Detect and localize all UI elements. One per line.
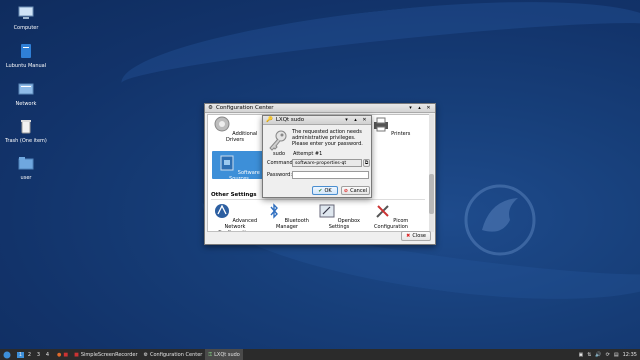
network-config-icon — [214, 204, 229, 218]
sudo-tool-label: sudo — [273, 151, 286, 157]
task-lxqt-sudo[interactable]: ⚿ LXQt sudo — [205, 349, 243, 360]
recorder-icon: ■ — [74, 351, 79, 358]
cancel-button[interactable]: ⊘ Cancel — [341, 186, 370, 195]
desktop-icon-trash[interactable]: Trash (One item) — [4, 118, 48, 144]
config-icon: ⚙ — [143, 351, 148, 358]
desktop-icon-network[interactable]: Network — [4, 81, 48, 107]
command-label: Command: — [267, 160, 295, 166]
recorder-quicklaunch-icon[interactable]: ■ — [63, 352, 68, 358]
maximize-button[interactable]: ▴ — [352, 117, 359, 123]
software-sources-icon — [220, 155, 234, 171]
close-window-button[interactable]: ✕ — [361, 117, 368, 123]
ok-button-label: OK — [324, 187, 332, 194]
desktop-icon-label: Network — [15, 101, 37, 107]
openbox-icon — [319, 204, 335, 218]
item-additional-drivers[interactable]: Additional Drivers — [208, 115, 262, 143]
dialog-title: LXQt sudo — [275, 117, 305, 123]
cancel-button-label: Cancel — [350, 187, 368, 194]
dialog-message: The requested action needs administrativ… — [292, 129, 363, 147]
copy-icon: ⧉ — [364, 160, 369, 166]
system-tray: ▣ ⇅ 🔊 ⟳ ▤ 12:35 — [578, 352, 640, 358]
task-configuration-center[interactable]: ⚙ Configuration Center — [141, 349, 206, 360]
task-label: LXQt sudo — [214, 351, 240, 358]
desktop-icon-label: user — [20, 175, 32, 181]
password-label: Password: — [267, 172, 293, 178]
item-advanced-network[interactable]: Advanced Network Configuration — [208, 202, 262, 231]
lxqt-sudo-dialog: 🔑 LXQt sudo ▾ ▴ ✕ The requested action n… — [262, 115, 372, 198]
item-bluetooth-manager[interactable]: Bluetooth Manager — [260, 202, 314, 230]
close-window-button[interactable]: ✕ — [425, 105, 432, 111]
item-label: Advanced Network Configuration — [218, 218, 258, 231]
item-label: Additional Drivers — [226, 131, 258, 143]
start-menu-button[interactable] — [0, 349, 14, 360]
trash-icon — [21, 120, 31, 134]
scrollbar-thumb[interactable] — [429, 174, 434, 214]
desktop-switcher: 1 2 3 4 — [14, 349, 54, 360]
printer-icon — [373, 117, 388, 132]
password-input[interactable] — [292, 171, 369, 179]
command-copy-button[interactable]: ⧉ — [363, 159, 370, 167]
close-button-label: Close — [412, 233, 426, 239]
task-label: SimpleScreenRecorder — [80, 351, 138, 358]
home-folder-icon — [18, 157, 34, 170]
lubuntu-menu-icon — [3, 351, 11, 358]
key-icon — [269, 130, 287, 151]
ok-check-icon: ✔ — [318, 187, 323, 194]
command-field: software-properties-qt — [292, 159, 362, 167]
desktop-icon-user[interactable]: user — [4, 155, 48, 181]
picom-icon — [375, 205, 389, 218]
manual-icon — [21, 44, 31, 58]
bluetooth-icon — [270, 203, 279, 219]
dialog-titlebar[interactable]: 🔑 LXQt sudo ▾ ▴ ✕ — [263, 116, 371, 125]
window-title: Configuration Center — [215, 105, 274, 111]
desktop-icon-label: Trash (One item) — [5, 138, 47, 144]
minimize-button[interactable]: ▾ — [343, 117, 350, 123]
close-button[interactable]: ✖ Close — [401, 231, 431, 241]
sudo-app-icon: 🔑 — [266, 117, 273, 123]
desktop-3-button[interactable]: 3 — [35, 352, 42, 358]
scrollbar[interactable] — [429, 114, 434, 232]
desktop-icon-computer[interactable]: Computer — [4, 5, 48, 31]
item-label: Printers — [391, 131, 411, 137]
network-tray-icon[interactable]: ⇅ — [587, 352, 591, 358]
item-software-sources[interactable]: Software Sources — [212, 151, 266, 182]
clipboard-icon[interactable]: ▤ — [614, 352, 619, 358]
task-simplescreenrecorder[interactable]: ■ SimpleScreenRecorder — [71, 349, 140, 360]
quicklaunch: ● ■ — [54, 349, 71, 360]
clock[interactable]: 12:35 — [623, 352, 637, 358]
sudo-icon: ⚿ — [208, 351, 213, 358]
window-titlebar[interactable]: ⚙ Configuration Center ▾ ▴ ✕ — [205, 104, 435, 113]
drivers-icon — [214, 116, 230, 132]
lubuntu-bird-icon — [464, 184, 536, 256]
volume-icon[interactable]: 🔊 — [595, 352, 601, 358]
cancel-icon: ⊘ — [343, 187, 349, 194]
update-icon[interactable]: ⟳ — [606, 352, 610, 358]
computer-icon — [18, 6, 34, 19]
minimize-button[interactable]: ▾ — [407, 105, 414, 111]
desktop-2-button[interactable]: 2 — [26, 352, 33, 358]
desktop-4-button[interactable]: 4 — [44, 352, 51, 358]
network-icon — [18, 83, 34, 95]
desktop-icon-label: Computer — [13, 25, 39, 31]
show-desktop-icon[interactable]: ▣ — [578, 352, 583, 358]
section-divider — [211, 199, 425, 200]
item-picom-configuration[interactable]: Picom Configuration — [364, 202, 418, 230]
task-label: Configuration Center — [150, 351, 203, 358]
item-printers[interactable]: Printers — [364, 115, 418, 139]
close-icon: ✖ — [406, 233, 411, 239]
taskbar: 1 2 3 4 ● ■ ■ SimpleScreenRecorder ⚙ Con… — [0, 349, 640, 360]
attempt-label: Attempt #1 — [293, 151, 323, 157]
desktop-icon-label: Lubuntu Manual — [5, 63, 47, 69]
maximize-button[interactable]: ▴ — [416, 105, 423, 111]
firefox-icon[interactable]: ● — [57, 352, 61, 358]
desktop-icon-manual[interactable]: Lubuntu Manual — [4, 43, 48, 69]
other-settings-heading: Other Settings — [211, 192, 257, 198]
ok-button[interactable]: ✔ OK — [312, 186, 338, 195]
desktop-1-button[interactable]: 1 — [17, 351, 24, 358]
item-openbox-settings[interactable]: Openbox Settings — [312, 202, 366, 230]
